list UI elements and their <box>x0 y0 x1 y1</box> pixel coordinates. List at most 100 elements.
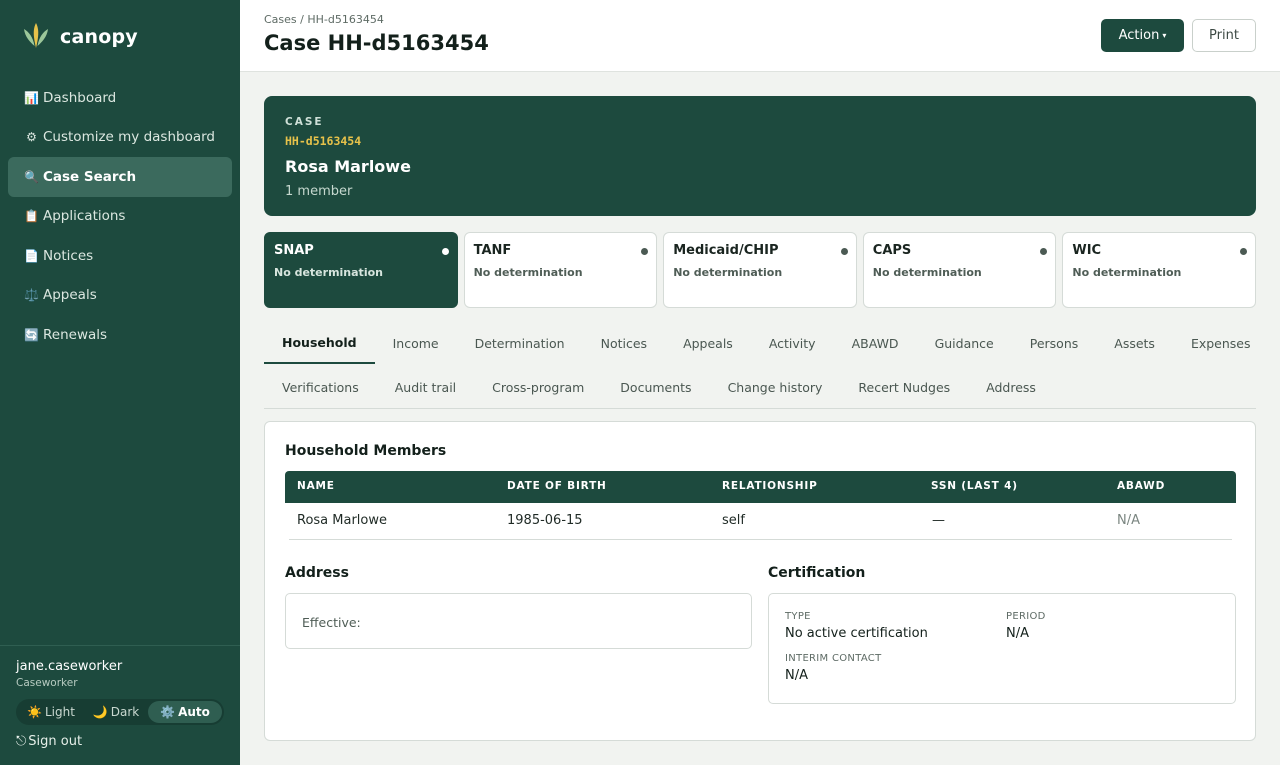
status-dot-icon <box>441 248 449 255</box>
tab-income[interactable]: Income <box>375 322 457 364</box>
search-icon: 🔍 <box>24 169 39 184</box>
cert-type-label: TYPE <box>785 611 811 622</box>
moon-icon: 🌙 <box>92 705 108 719</box>
cert-period-label: PERIOD <box>1006 611 1046 622</box>
tab-row-1: Household Income Determination Notices A… <box>264 322 1269 364</box>
brand[interactable]: canopy <box>22 20 138 54</box>
program-name: WIC <box>1072 243 1102 258</box>
sign-out-icon: ⎋ <box>16 734 27 749</box>
address-heading: Address <box>285 565 349 581</box>
column-header-dob: DATE OF BIRTH <box>507 480 607 492</box>
program-cards: SNAP No determination TANF No determinat… <box>264 232 1256 308</box>
tab-documents[interactable]: Documents <box>602 366 709 408</box>
print-button[interactable]: Print <box>1192 19 1256 52</box>
theme-dark-option[interactable]: 🌙 Dark <box>84 701 148 723</box>
program-name: SNAP <box>274 243 314 258</box>
certification-heading: Certification <box>768 565 866 581</box>
tab-appeals[interactable]: Appeals <box>665 322 751 364</box>
tab-address[interactable]: Address <box>968 366 1054 408</box>
cell-relationship: self <box>722 513 745 528</box>
household-panel: Household Members NAME DATE OF BIRTH REL… <box>264 421 1256 741</box>
sidebar: canopy 📊 Dashboard ⚙ Customize my dashbo… <box>0 0 240 765</box>
cell-dob: 1985-06-15 <box>507 513 583 528</box>
program-card-caps[interactable]: CAPS No determination <box>862 232 1057 308</box>
case-kicker: CASE <box>285 116 324 128</box>
cert-period-value: N/A <box>1006 626 1029 641</box>
chart-icon: 📊 <box>24 90 39 105</box>
tab-row-2: Verifications Audit trail Cross-program … <box>264 366 1054 408</box>
program-status: No determination <box>673 266 783 279</box>
theme-auto-option[interactable]: ⚙️ Auto <box>148 701 222 723</box>
clipboard-icon: 📋 <box>24 209 39 224</box>
cert-interim-value: N/A <box>785 668 808 683</box>
sidebar-item-label: Renewals <box>43 326 108 343</box>
tab-audit-trail[interactable]: Audit trail <box>377 366 474 408</box>
tab-guidance[interactable]: Guidance <box>917 322 1012 364</box>
case-head-name: Rosa Marlowe <box>285 157 411 176</box>
app-name: canopy <box>60 26 138 48</box>
tab-verifications[interactable]: Verifications <box>264 366 377 408</box>
case-member-count: 1 member <box>285 184 353 199</box>
tab-notices[interactable]: Notices <box>583 322 665 364</box>
sidebar-item-customize-dashboard[interactable]: ⚙ Customize my dashboard <box>8 118 232 158</box>
tab-assets[interactable]: Assets <box>1096 322 1173 364</box>
sidebar-nav: 📊 Dashboard ⚙ Customize my dashboard 🔍 C… <box>8 78 232 355</box>
address-effective-label: Effective: <box>302 615 361 630</box>
tab-determination[interactable]: Determination <box>457 322 583 364</box>
tab-persons[interactable]: Persons <box>1012 322 1097 364</box>
document-icon: 📄 <box>24 248 39 263</box>
tab-activity[interactable]: Activity <box>751 322 834 364</box>
program-name: TANF <box>473 243 512 258</box>
page-title: Case HH-d5163454 <box>264 31 489 55</box>
tab-cross-program[interactable]: Cross-program <box>474 366 602 408</box>
scales-icon: ⚖️ <box>24 288 39 303</box>
sidebar-item-label: Appeals <box>43 287 97 304</box>
household-members-heading: Household Members <box>285 443 447 459</box>
sidebar-item-renewals[interactable]: 🔄 Renewals <box>8 315 232 355</box>
sidebar-item-appeals[interactable]: ⚖️ Appeals <box>8 276 232 316</box>
program-status: No determination <box>872 266 982 279</box>
user-role: Caseworker <box>16 677 78 689</box>
sidebar-item-label: Customize my dashboard <box>43 129 215 146</box>
chevron-down-icon: ▾ <box>1162 31 1167 40</box>
tab-expenses[interactable]: Expenses <box>1173 322 1269 364</box>
sidebar-item-dashboard[interactable]: 📊 Dashboard <box>8 78 232 118</box>
theme-light-option[interactable]: ☀️ Light <box>18 701 84 723</box>
breadcrumb[interactable]: Cases / HH-d5163454 <box>264 13 384 26</box>
column-header-name: NAME <box>297 480 335 492</box>
program-card-medicaid-chip[interactable]: Medicaid/CHIP No determination <box>663 232 857 308</box>
program-card-snap[interactable]: SNAP No determination <box>264 232 458 308</box>
program-name: Medicaid/CHIP <box>673 243 779 258</box>
program-card-tanf[interactable]: TANF No determination <box>463 232 658 308</box>
program-status: No determination <box>473 266 583 279</box>
cert-interim-label: INTERIM CONTACT <box>785 653 882 664</box>
tab-change-history[interactable]: Change history <box>710 366 841 408</box>
table-row[interactable]: Rosa Marlowe 1985-06-15 self — N/A <box>289 503 1232 540</box>
program-name: CAPS <box>872 243 912 258</box>
tab-recert-nudges[interactable]: Recert Nudges <box>840 366 968 408</box>
sidebar-item-label: Case Search <box>43 168 137 185</box>
gear-icon: ⚙ <box>26 130 37 145</box>
sign-out-link[interactable]: ⎋ Sign out <box>16 734 82 749</box>
certification-card: TYPE No active certification PERIOD N/A … <box>768 593 1236 704</box>
sidebar-item-notices[interactable]: 📄 Notices <box>8 236 232 276</box>
household-table-header: NAME DATE OF BIRTH RELATIONSHIP SSN (LAS… <box>285 471 1236 503</box>
sun-icon: ☀️ <box>27 705 42 719</box>
tab-abawd[interactable]: ABAWD <box>834 322 917 364</box>
sidebar-item-label: Dashboard <box>43 89 117 106</box>
page-header: Cases / HH-d5163454 Case HH-d5163454 Act… <box>240 0 1280 72</box>
sidebar-item-case-search[interactable]: 🔍 Case Search <box>8 157 232 197</box>
program-card-wic[interactable]: WIC No determination <box>1062 232 1256 308</box>
program-status: No determination <box>274 266 383 279</box>
sidebar-item-applications[interactable]: 📋 Applications <box>8 197 232 237</box>
sidebar-divider <box>0 645 240 646</box>
status-dot-icon <box>641 248 649 255</box>
action-button[interactable]: Action ▾ <box>1101 19 1184 52</box>
cert-type-value: No active certification <box>785 626 928 641</box>
canopy-logo-icon <box>22 20 50 54</box>
tab-household[interactable]: Household <box>264 322 375 364</box>
theme-option-label: Light <box>45 705 75 719</box>
sidebar-item-label: Applications <box>43 208 126 225</box>
gear-icon: ⚙️ <box>160 705 176 719</box>
column-header-abawd: ABAWD <box>1117 480 1166 492</box>
